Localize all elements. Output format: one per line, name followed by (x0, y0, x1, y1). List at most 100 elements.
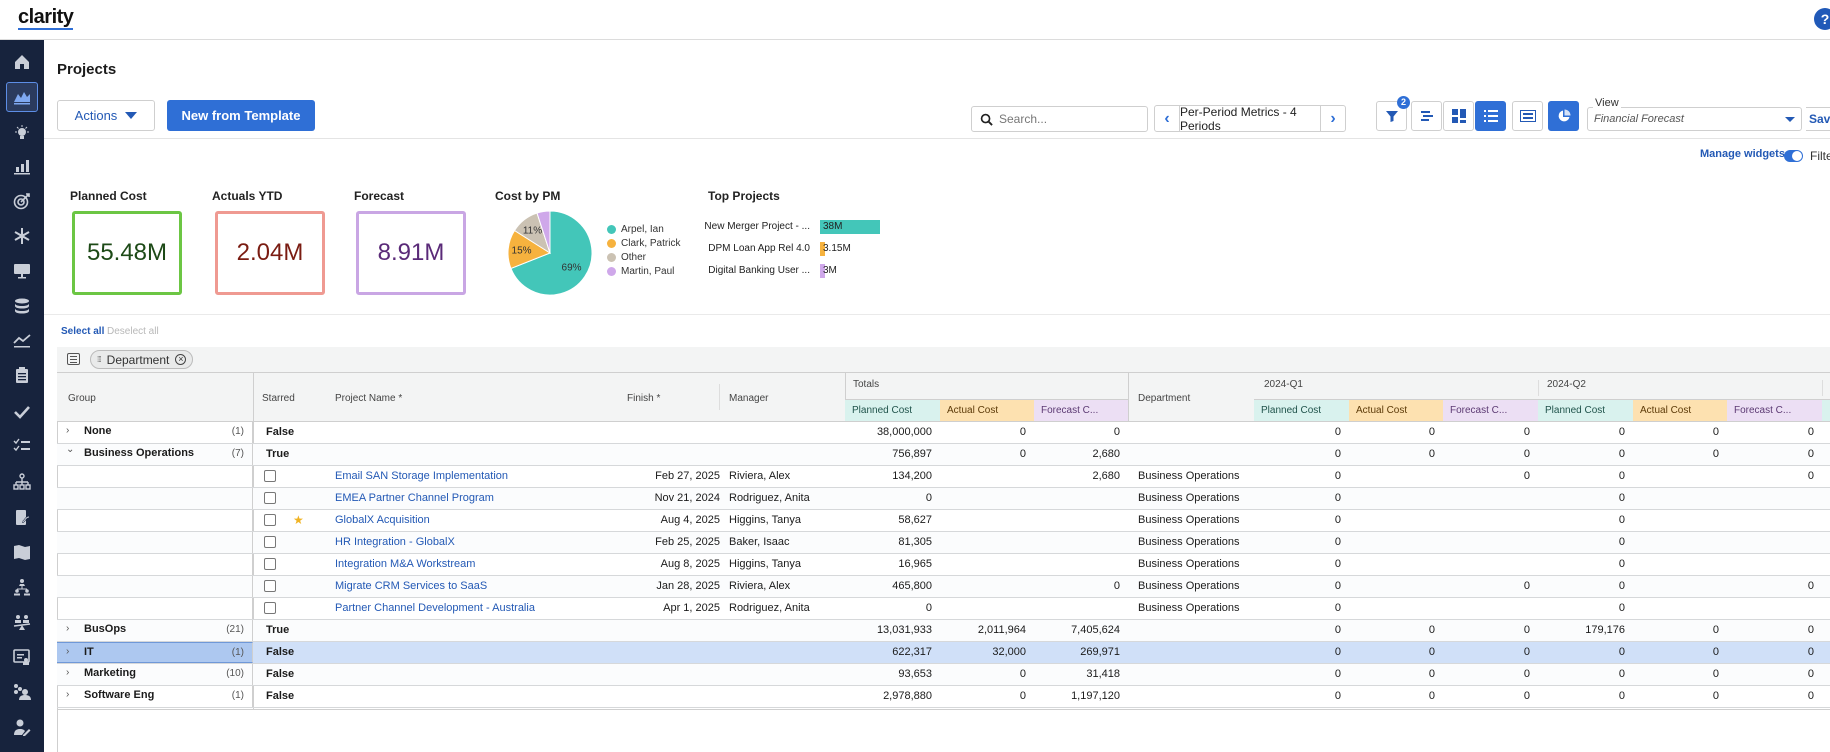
sidebar-item-reports[interactable] (6, 151, 38, 181)
gantt-view-button[interactable] (1411, 101, 1442, 131)
group-row[interactable]: › Software Eng (1) False 2,978,880 0 1,197,120… (57, 686, 1830, 708)
remove-chip-icon[interactable]: × (175, 354, 187, 365)
table-row[interactable]: Migrate CRM Services to SaaS Jan 28, 2025… (57, 576, 1830, 598)
select-all-link[interactable]: Select all (61, 326, 104, 337)
sidebar-item-tasks-list[interactable] (6, 431, 38, 461)
sidebar-item-goals[interactable] (6, 186, 38, 216)
board-view-button[interactable] (1443, 101, 1474, 131)
chevron-right-icon[interactable]: › (66, 623, 69, 634)
table-row[interactable]: Integration M&A Workstream Aug 8, 2025 Hig… (57, 554, 1830, 576)
group-cell[interactable]: › Marketing (10) (57, 664, 253, 685)
drag-handle-icon[interactable]: ⁞⁞⁞ (97, 355, 102, 364)
sidebar-item-applications[interactable] (6, 256, 38, 286)
forecast-widget[interactable]: 8.91M (356, 211, 466, 295)
search-input[interactable] (999, 112, 1139, 126)
group-row[interactable]: › BusOps (21) True 13,031,933 2,011,964 7,405,… (57, 620, 1830, 642)
group-chip-department[interactable]: ⁞⁞⁞ Department × (90, 350, 194, 369)
table-row[interactable]: EMEA Partner Channel Program Nov 21, 2024… (57, 488, 1830, 510)
column-panel-icon[interactable] (67, 353, 80, 365)
chevron-right-icon[interactable]: › (66, 667, 69, 678)
chevron-right-icon[interactable]: › (66, 689, 69, 700)
table-row[interactable]: Email SAN Storage Implementation Feb 27, … (57, 466, 1830, 488)
actions-button[interactable]: Actions (57, 100, 155, 131)
header-q2-forecast[interactable]: Forecast C... (1727, 400, 1822, 421)
header-group[interactable]: Group (68, 393, 96, 404)
header-starred[interactable]: Starred (262, 393, 295, 404)
project-name-link[interactable]: HR Integration - GlobalX (335, 536, 455, 548)
header-q1-actual[interactable]: Actual Cost (1349, 400, 1443, 421)
sidebar-item-checkmark[interactable] (6, 397, 38, 427)
list-view-button[interactable] (1475, 101, 1506, 131)
header-department[interactable]: Department (1138, 393, 1190, 404)
header-manager[interactable]: Manager (729, 393, 768, 404)
sidebar-item-data[interactable] (6, 291, 38, 321)
sidebar-item-investments[interactable] (6, 221, 38, 251)
project-name-link[interactable]: EMEA Partner Channel Program (335, 492, 494, 504)
table-row[interactable]: HR Integration - GlobalX Feb 25, 2025 Bake… (57, 532, 1830, 554)
sidebar-item-roadmap-phone[interactable] (6, 502, 38, 532)
actuals-ytd-widget[interactable]: 2.04M (215, 211, 325, 295)
sidebar-item-timesheet[interactable] (6, 642, 38, 672)
chevron-right-icon[interactable]: › (66, 646, 69, 657)
group-row[interactable]: ⌄ Business Operations (7) True 756,897 0 2,680… (57, 444, 1830, 466)
planned-cost-widget[interactable]: 55.48M (72, 211, 182, 295)
sidebar-item-home[interactable] (6, 47, 38, 77)
details-panel-button[interactable] (1512, 101, 1543, 131)
header-totals-forecast[interactable]: Forecast C... (1034, 400, 1128, 421)
header-q2-actual[interactable]: Actual Cost (1633, 400, 1727, 421)
table-row[interactable]: Partner Channel Development - Australia A… (57, 598, 1830, 620)
legend-item[interactable]: Arpel, Ian (607, 224, 664, 235)
row-checkbox[interactable] (264, 536, 276, 548)
project-name-link[interactable]: Migrate CRM Services to SaaS (335, 580, 487, 592)
filter-toggle[interactable] (1784, 150, 1803, 162)
help-icon[interactable]: ? (1814, 8, 1830, 30)
sidebar-item-ideas[interactable] (6, 118, 38, 148)
sidebar-item-org-chart[interactable] (6, 572, 38, 602)
legend-item[interactable]: Clark, Patrick (607, 238, 680, 249)
sidebar-item-clipboard[interactable] (6, 360, 38, 390)
row-checkbox[interactable] (264, 602, 276, 614)
save-view-button[interactable]: Save (1806, 107, 1830, 131)
chevron-down-icon[interactable]: ⌄ (66, 444, 74, 455)
sidebar-item-map[interactable] (6, 537, 38, 567)
row-checkbox[interactable] (264, 580, 276, 592)
header-q1-planned[interactable]: Planned Cost (1254, 400, 1349, 421)
row-checkbox[interactable] (264, 470, 276, 482)
group-cell[interactable]: › Software Eng (1) (57, 686, 253, 707)
star-icon[interactable]: ★ (293, 513, 304, 527)
group-row[interactable]: › None (1) False 38,000,000 0 0 0 0 0 0 0 0 (57, 422, 1830, 444)
cost-by-pm-pie[interactable]: 69% 15% 11% (505, 208, 595, 298)
sidebar-item-trends[interactable] (6, 325, 38, 355)
legend-item[interactable]: Other (607, 252, 646, 263)
sidebar-item-resource-balance[interactable] (6, 607, 38, 637)
row-checkbox[interactable] (264, 514, 276, 526)
group-cell[interactable]: ⌄ Business Operations (7) (57, 444, 253, 465)
group-cell[interactable]: › None (1) (57, 422, 253, 443)
group-row[interactable]: › IT (1) False 622,317 32,000 269,971 0 0 0 0 0 0 (57, 642, 1830, 664)
deselect-all-link[interactable]: Deselect all (107, 326, 159, 337)
group-cell[interactable]: › BusOps (21) (57, 620, 253, 641)
row-checkbox[interactable] (264, 558, 276, 570)
period-prev-button[interactable]: ‹ (1155, 106, 1180, 131)
project-name-link[interactable]: Email SAN Storage Implementation (335, 470, 508, 482)
header-project-name[interactable]: Project Name * (335, 393, 402, 404)
header-totals-planned[interactable]: Planned Cost (845, 400, 940, 421)
header-totals-actual[interactable]: Actual Cost (940, 400, 1034, 421)
sidebar-item-hierarchy[interactable] (6, 467, 38, 497)
header-q2-planned[interactable]: Planned Cost (1538, 400, 1633, 421)
clarity-logo[interactable]: clarity (18, 6, 74, 30)
chevron-right-icon[interactable]: › (66, 425, 69, 436)
project-name-link[interactable]: Partner Channel Development - Australia (335, 602, 535, 614)
sidebar-item-user-edit[interactable] (6, 712, 38, 742)
sidebar-item-projects[interactable] (6, 82, 38, 112)
period-next-button[interactable]: › (1320, 106, 1345, 131)
table-row[interactable]: ★ GlobalX Acquisition Aug 4, 2025 Higgins, … (57, 510, 1830, 532)
project-name-link[interactable]: Integration M&A Workstream (335, 558, 475, 570)
header-q1-forecast[interactable]: Forecast C... (1443, 400, 1538, 421)
project-name-link[interactable]: GlobalX Acquisition (335, 514, 430, 526)
row-checkbox[interactable] (264, 492, 276, 504)
group-cell[interactable]: › IT (1) (57, 642, 253, 663)
new-from-template-button[interactable]: New from Template (167, 100, 315, 131)
legend-item[interactable]: Martin, Paul (607, 266, 674, 277)
widgets-toggle-button[interactable] (1548, 101, 1579, 131)
